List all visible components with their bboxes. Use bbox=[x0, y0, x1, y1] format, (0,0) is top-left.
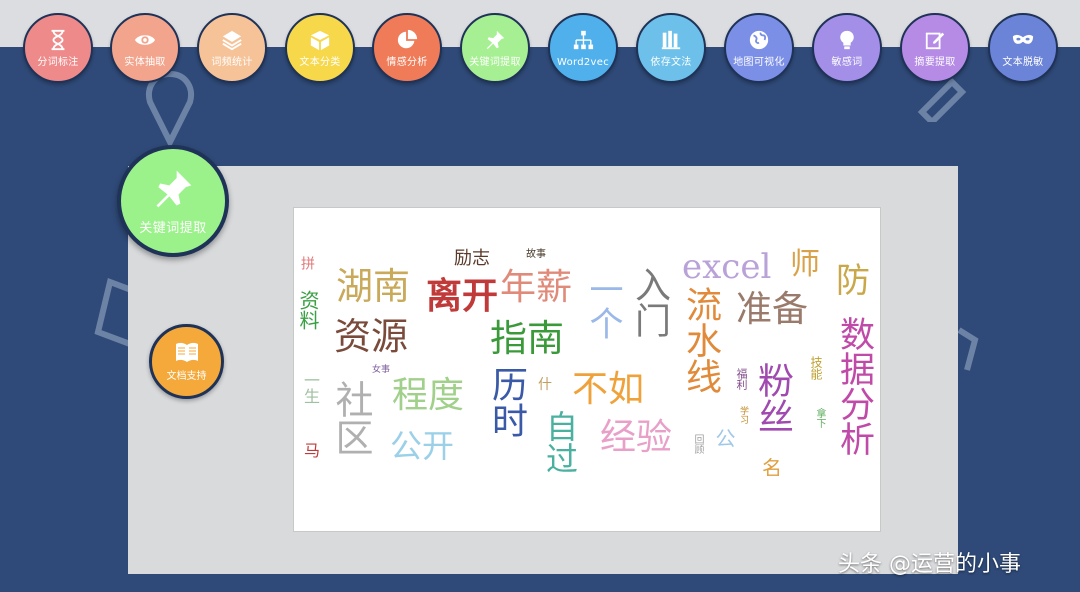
tool-word-frequency[interactable]: 词频统计 bbox=[197, 13, 267, 83]
book-icon bbox=[175, 342, 198, 362]
wordcloud-word: 流水线 bbox=[680, 286, 721, 394]
wordcloud-word: 社区 bbox=[329, 380, 373, 456]
pushpin-icon bbox=[156, 170, 192, 207]
tool-label: 关键词提取 bbox=[469, 57, 521, 68]
tool-label: 敏感词 bbox=[831, 57, 863, 68]
wordcloud-word: 一生 bbox=[301, 372, 320, 404]
tool-sentiment-analysis[interactable]: 情感分析 bbox=[372, 13, 442, 83]
tool-label: 文本脱敏 bbox=[1002, 57, 1044, 68]
tool-label: 依存文法 bbox=[650, 57, 692, 68]
pie-chart-icon bbox=[397, 29, 418, 49]
tool-label: 分词标注 bbox=[37, 57, 79, 68]
wordcloud-word: 回顾 bbox=[692, 434, 703, 454]
wordcloud-word: 师 bbox=[790, 247, 820, 282]
wordcloud-word: 防 bbox=[836, 261, 870, 301]
wordcloud-word: 拼 bbox=[299, 256, 315, 270]
doc-support-label: 文档支持 bbox=[166, 371, 207, 382]
wordcloud-word: 励志 bbox=[454, 248, 490, 269]
globe-icon bbox=[749, 30, 769, 50]
doc-support-button[interactable]: 文档支持 bbox=[149, 324, 224, 399]
box-icon bbox=[310, 30, 330, 51]
tool-label: 地图可视化 bbox=[733, 57, 785, 68]
tool-text-desensitization[interactable]: 文本脱敏 bbox=[988, 13, 1058, 83]
wordcloud-word: 湖南 bbox=[336, 265, 410, 308]
wordcloud-word: 粉丝 bbox=[752, 362, 793, 434]
wordcloud-word: 不如 bbox=[572, 369, 645, 410]
wordcloud-word: 入门 bbox=[629, 266, 670, 338]
wordcloud-word: 经验 bbox=[600, 417, 673, 458]
wordcloud-word: 程度 bbox=[392, 375, 465, 416]
wordcloud-word: 离开 bbox=[426, 275, 499, 317]
tool-label: Word2vec bbox=[556, 57, 610, 68]
watermark-text: 头条 @运营的小事 bbox=[838, 552, 1021, 577]
network-icon bbox=[573, 30, 594, 50]
tool-label: 情感分析 bbox=[386, 57, 428, 68]
wordcloud-word: 拿下 bbox=[814, 408, 825, 428]
wordcloud-word: 年薪 bbox=[500, 267, 573, 308]
tool-label: 文本分类 bbox=[299, 57, 341, 68]
wordcloud-word: 准备 bbox=[736, 289, 809, 330]
wordcloud-word: 指南 bbox=[490, 317, 564, 360]
keyword-wordcloud: 拼 资料 湖南 资源 离开 励志 故事 年薪 指南 一个 入门 excel 师 … bbox=[296, 244, 880, 477]
wordcloud-word: 女事 bbox=[372, 365, 391, 375]
wordcloud-word: 什 bbox=[538, 377, 552, 393]
eye-icon bbox=[134, 35, 156, 45]
tool-keyword-extraction[interactable]: 关键词提取 bbox=[460, 13, 530, 83]
feature-toolbar: 分词标注 实体抽取 词频统计 文本分类 情感分析 关键词提取 Word2vec … bbox=[0, 0, 1080, 100]
tool-label: 摘要提取 bbox=[914, 57, 956, 68]
mask-icon bbox=[1012, 34, 1034, 44]
wordcloud-word: 自过 bbox=[541, 410, 579, 474]
books-icon bbox=[661, 30, 681, 50]
wordcloud-word: 公开 bbox=[390, 427, 455, 465]
tool-segmentation[interactable]: 分词标注 bbox=[23, 13, 93, 83]
tool-summary-extraction[interactable]: 摘要提取 bbox=[900, 13, 970, 83]
tool-dependency-grammar[interactable]: 依存文法 bbox=[636, 13, 706, 83]
tool-text-classification[interactable]: 文本分类 bbox=[285, 13, 355, 83]
hourglass-icon bbox=[51, 29, 65, 51]
wordcloud-word: 资料 bbox=[296, 290, 320, 330]
active-feature-keyword-extraction[interactable]: 关键词提取 bbox=[117, 145, 229, 257]
tool-entity-extraction[interactable]: 实体抽取 bbox=[110, 13, 180, 83]
wordcloud-word: excel bbox=[682, 247, 772, 287]
wordcloud-word: 故事 bbox=[526, 249, 546, 260]
layers-icon bbox=[222, 30, 242, 51]
tool-label: 实体抽取 bbox=[124, 57, 166, 68]
wordcloud-word: 数据分析 bbox=[834, 316, 874, 456]
pushpin-icon bbox=[486, 30, 505, 50]
lightbulb-icon bbox=[840, 30, 854, 50]
wordcloud-word: 历时 bbox=[486, 366, 527, 438]
wordcloud-word: 一个 bbox=[583, 272, 623, 340]
tool-sensitive-words[interactable]: 敏感词 bbox=[812, 13, 882, 83]
wordcloud-word: 学习 bbox=[738, 406, 748, 424]
wordcloud-word: 马 bbox=[301, 442, 320, 458]
tool-label: 词频统计 bbox=[211, 57, 253, 68]
edit-icon bbox=[925, 32, 945, 50]
wordcloud-word: 公 bbox=[712, 428, 736, 448]
wordcloud-word: 福利 bbox=[735, 368, 748, 390]
puzzle-outline-icon bbox=[957, 327, 979, 371]
active-feature-label: 关键词提取 bbox=[139, 220, 207, 236]
tool-word2vec[interactable]: Word2vec bbox=[548, 13, 618, 83]
tool-map-visualization[interactable]: 地图可视化 bbox=[724, 13, 794, 83]
wordcloud-word: 技能 bbox=[809, 356, 823, 380]
wordcloud-word: 名 bbox=[762, 456, 782, 476]
wordcloud-word: 资源 bbox=[334, 315, 408, 358]
